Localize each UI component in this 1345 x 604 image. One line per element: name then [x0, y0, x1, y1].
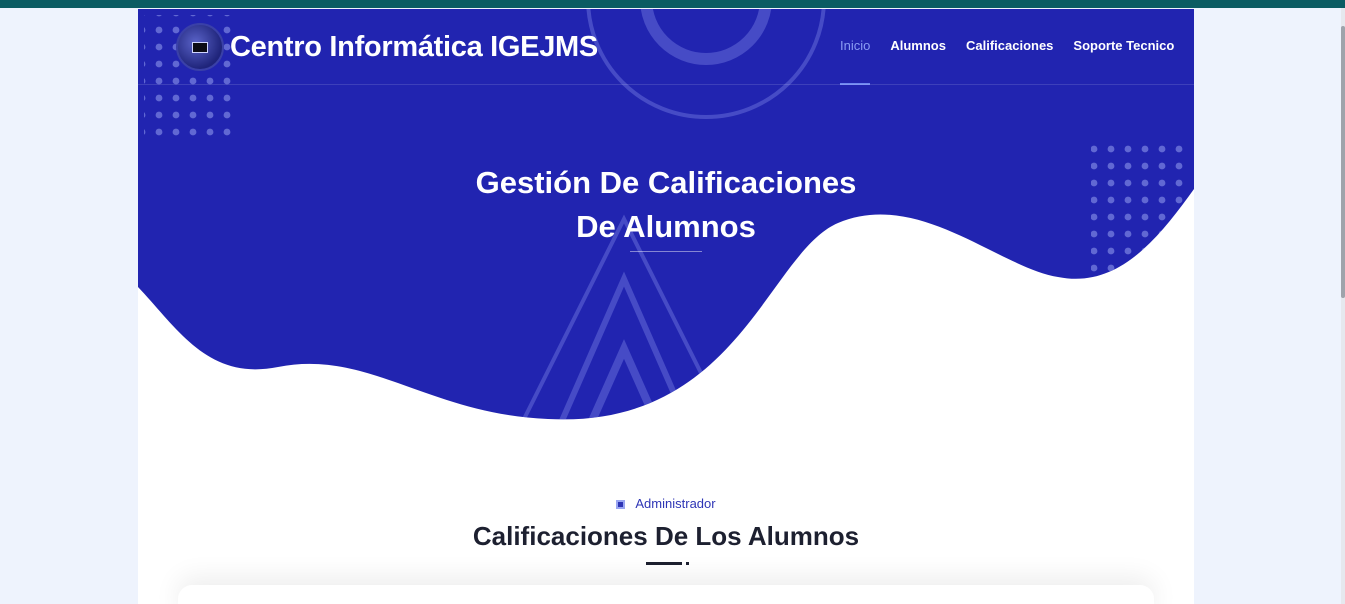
nav-item-alumnos[interactable]: Alumnos	[890, 38, 946, 85]
brand-title[interactable]: Centro Informática IGEJMS	[230, 31, 598, 64]
nav-item-calificaciones[interactable]: Calificaciones	[966, 38, 1053, 85]
section-title: Calificaciones De Los Alumnos	[472, 521, 860, 551]
section-tag: Administrador	[138, 496, 1194, 511]
main-nav: Inicio Alumnos Calificaciones Soporte Te…	[840, 38, 1174, 85]
section-title-underline-dot	[686, 562, 689, 565]
content-card	[178, 585, 1154, 604]
section-tag-label: Administrador	[635, 496, 716, 511]
page-scrollbar[interactable]	[1341, 8, 1345, 604]
page-container: Centro Informática IGEJMS Inicio Alumnos…	[138, 9, 1194, 604]
hero-title: Gestión De Calificaciones De Alumnos	[138, 161, 1194, 249]
hero-title-underline	[630, 251, 702, 252]
section-title-underline	[646, 562, 682, 565]
school-logo-icon	[176, 23, 224, 71]
scrollbar-thumb[interactable]	[1341, 26, 1345, 298]
brand[interactable]: Centro Informática IGEJMS	[176, 23, 598, 71]
nav-divider	[138, 84, 1194, 85]
nav-item-inicio[interactable]: Inicio	[840, 38, 871, 85]
nav-item-soporte-tecnico[interactable]: Soporte Tecnico	[1073, 38, 1174, 85]
hero-banner: Centro Informática IGEJMS Inicio Alumnos…	[138, 9, 1194, 429]
monitor-icon	[192, 41, 208, 53]
hero-title-line-2: De Alumnos	[576, 209, 756, 244]
browser-top-bar	[0, 0, 1345, 8]
square-bullet-icon	[616, 500, 626, 509]
hero-title-line-1: Gestión De Calificaciones	[475, 165, 857, 200]
